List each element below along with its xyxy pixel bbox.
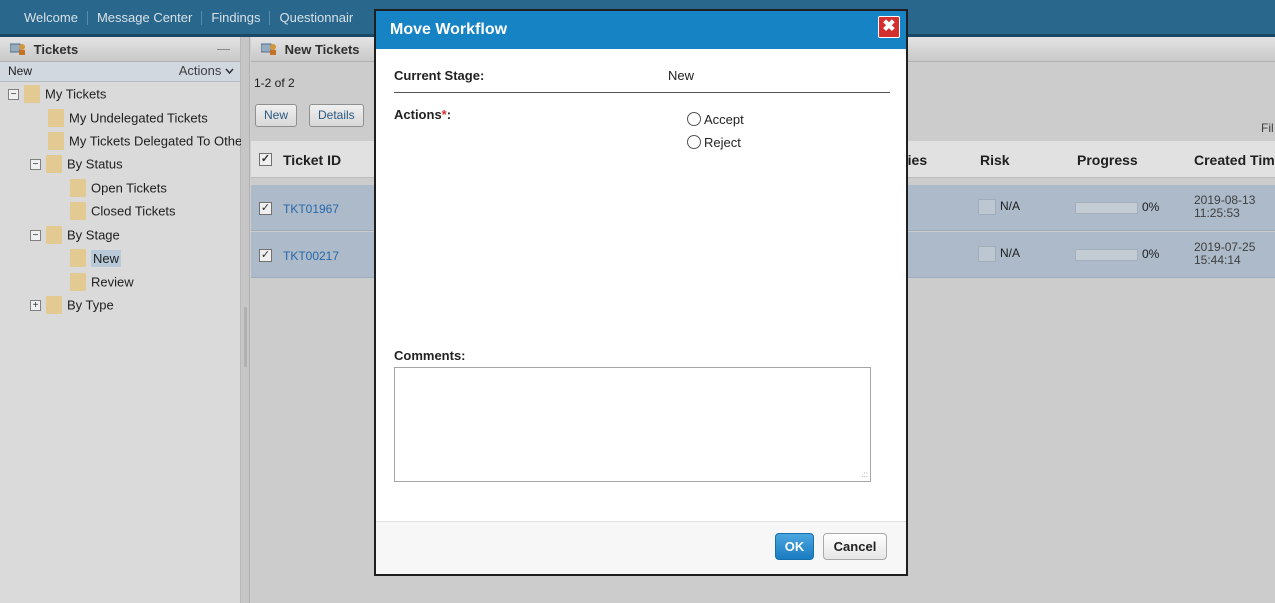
cancel-button[interactable]: Cancel xyxy=(823,533,887,560)
divider xyxy=(394,92,890,93)
resize-handle-icon[interactable]: .:: xyxy=(861,471,868,479)
dialog-title: Move Workflow xyxy=(390,21,508,38)
actions-label: Actions*: xyxy=(394,107,451,122)
dialog-header: Move Workflow ✖ xyxy=(376,11,906,49)
reject-radio[interactable]: Reject xyxy=(687,135,741,150)
comments-textarea[interactable]: .:: xyxy=(394,367,871,482)
radio-circle[interactable] xyxy=(687,135,701,149)
current-stage-label: Current Stage: xyxy=(394,68,485,83)
current-stage-value: New xyxy=(668,68,695,83)
dialog-footer: OK Cancel xyxy=(376,521,906,574)
actions-label-text: Actions xyxy=(394,107,442,122)
close-icon[interactable]: ✖ xyxy=(878,16,900,38)
comments-label: Comments: xyxy=(394,348,466,363)
actions-colon: : xyxy=(446,107,452,122)
accept-label: Accept xyxy=(704,112,744,127)
move-workflow-dialog: Move Workflow ✖ Current Stage: New Actio… xyxy=(374,9,908,576)
reject-label: Reject xyxy=(704,135,741,150)
accept-radio[interactable]: Accept xyxy=(687,112,744,127)
ok-button[interactable]: OK xyxy=(775,533,814,560)
radio-circle[interactable] xyxy=(687,112,701,126)
